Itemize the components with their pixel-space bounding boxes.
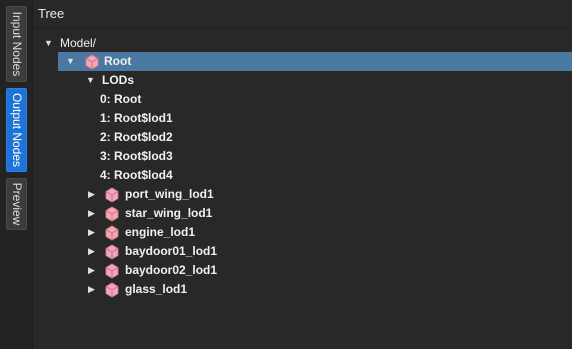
lod-item[interactable]: 2: Root$lod2 [100,128,173,147]
expand-right-icon[interactable]: ▶ [88,280,95,299]
tree-node-lods[interactable]: ▼ LODs [84,71,284,90]
expand-down-icon[interactable]: ▼ [44,34,53,53]
tree-node-label: star_wing_lod1 [125,206,213,220]
lod-item[interactable]: 0: Root [100,90,141,109]
tree-node-label: Model/ [60,36,97,50]
cube-icon [105,225,119,241]
tree-node-child[interactable]: ▶ baydoor02_lod1 [84,261,384,280]
side-tab-strip: Input Nodes Output Nodes Preview [0,0,32,349]
cube-icon [105,263,119,279]
tab-input-nodes[interactable]: Input Nodes [6,6,27,82]
cube-icon [105,244,119,260]
tab-input-nodes-label: Input Nodes [9,11,24,77]
expand-right-icon[interactable]: ▶ [88,242,95,261]
tree-node-child[interactable]: ▶ port_wing_lod1 [84,185,384,204]
tree-node-label: glass_lod1 [125,282,188,296]
header-divider [33,28,572,29]
tree-node-label: LODs [102,73,135,87]
expand-down-icon[interactable]: ▼ [86,71,95,90]
expand-right-icon[interactable]: ▶ [88,185,95,204]
tree-node-label: port_wing_lod1 [125,187,214,201]
tab-preview-label: Preview [9,182,24,226]
cube-icon [105,187,119,203]
tree-node-child[interactable]: ▶ engine_lod1 [84,223,384,242]
tree-node-label: engine_lod1 [125,225,196,239]
expand-down-icon[interactable]: ▼ [66,52,75,71]
cube-icon [85,54,99,70]
panel-divider [32,0,33,349]
expand-right-icon[interactable]: ▶ [88,204,95,223]
lod-item[interactable]: 4: Root$lod4 [100,166,173,185]
expand-right-icon[interactable]: ▶ [88,223,95,242]
tree-node-child[interactable]: ▶ glass_lod1 [84,280,384,299]
tree-node-child[interactable]: ▶ star_wing_lod1 [84,204,384,223]
tree-node-label: baydoor01_lod1 [125,244,218,258]
expand-right-icon[interactable]: ▶ [88,261,95,280]
tree-node-label: baydoor02_lod1 [125,263,218,277]
tree-node-label: Root [104,54,132,68]
panel-title: Tree [38,6,65,21]
tree-node-child[interactable]: ▶ baydoor01_lod1 [84,242,384,261]
cube-icon [105,206,119,222]
tree-node-model[interactable]: ▼ Model/ [42,34,342,53]
tab-output-nodes[interactable]: Output Nodes [6,88,27,172]
tab-preview[interactable]: Preview [6,178,27,230]
lod-item[interactable]: 1: Root$lod1 [100,109,173,128]
lod-item[interactable]: 3: Root$lod3 [100,147,173,166]
tree-node-root[interactable]: ▼ Root [58,52,572,71]
cube-icon [105,282,119,298]
tab-output-nodes-label: Output Nodes [9,92,24,168]
